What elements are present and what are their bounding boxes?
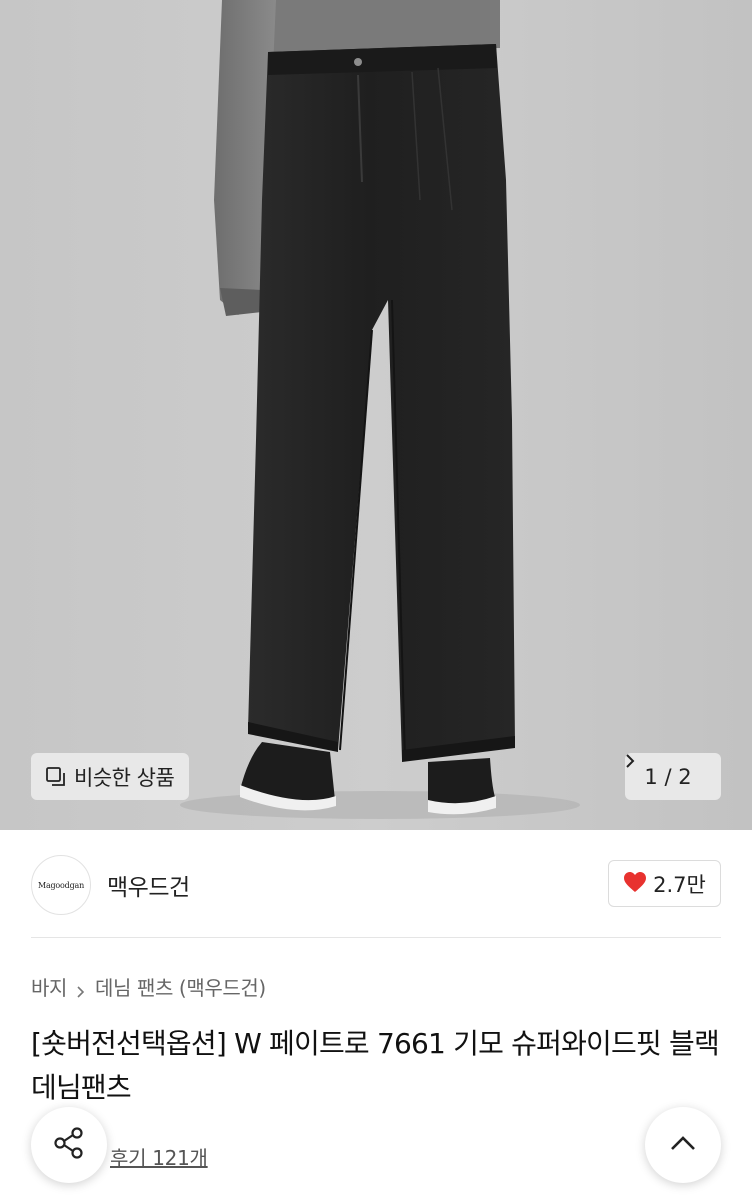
similar-items-icon [45, 766, 66, 787]
brand-logo[interactable]: Magoodgan [31, 855, 91, 915]
chevron-up-icon [669, 1134, 697, 1156]
image-pager-button[interactable]: 1 / 2 [625, 753, 721, 800]
review-link[interactable]: 후기 121개 [110, 1142, 208, 1171]
similar-products-label: 비슷한 상품 [74, 765, 175, 790]
brand-logo-text: Magoodgan [37, 880, 85, 890]
brand-name[interactable]: 맥우드건 [107, 868, 190, 902]
similar-products-button[interactable]: 비슷한 상품 [31, 753, 190, 800]
breadcrumb-item-denim[interactable]: 데님 팬츠 (맥우드건) [95, 972, 266, 1001]
breadcrumb: 바지 데님 팬츠 (맥우드건) [31, 972, 266, 1001]
share-icon [51, 1125, 87, 1165]
product-photo [0, 0, 752, 830]
chevron-right-icon [75, 980, 87, 998]
like-count: 2.7만 [653, 872, 706, 897]
product-title: [숏버전선택옵션] W 페이트로 7661 기모 슈퍼와이드핏 블랙 데님팬츠 [31, 1027, 720, 1104]
product-image-gallery[interactable]: 비슷한 상품 1 / 2 [0, 0, 752, 830]
like-button[interactable]: 2.7만 [608, 860, 721, 907]
share-button[interactable] [31, 1107, 107, 1183]
brand-row: Magoodgan 맥우드건 2.7만 [0, 830, 752, 938]
heart-icon [623, 871, 647, 897]
pager-text: 1 / 2 [644, 764, 692, 789]
divider [31, 937, 721, 938]
breadcrumb-item-pants[interactable]: 바지 [31, 972, 67, 1001]
scroll-to-top-button[interactable] [645, 1107, 721, 1183]
